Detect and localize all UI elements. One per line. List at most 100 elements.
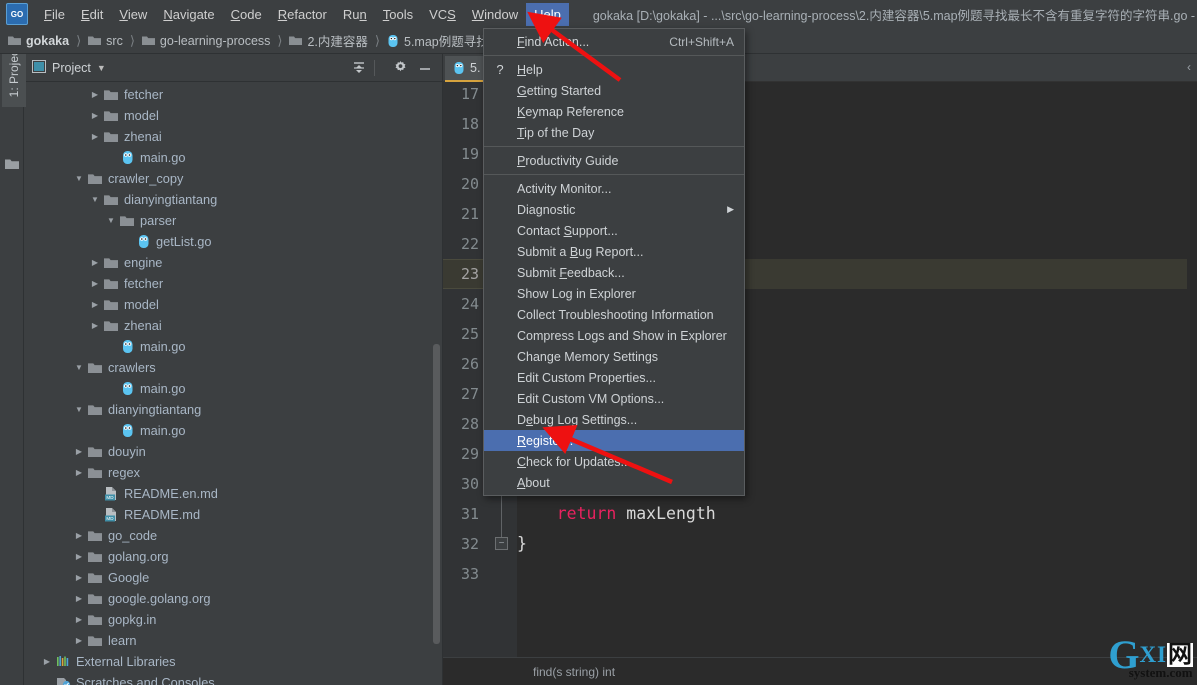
tree-expand-arrow-down-icon[interactable]: ▼ [72,172,86,186]
menu-item-collect-troubleshooting-information[interactable]: Collect Troubleshooting Information [484,304,744,325]
tree-expand-arrow-right-icon[interactable]: ▶ [72,529,86,543]
tree-row[interactable]: ▶getList.go [24,231,442,252]
tree-row[interactable]: ▶main.go [24,378,442,399]
tree-row[interactable]: ▶ google.golang.org [24,588,442,609]
breadcrumb-item-container[interactable]: 2.内建容器 [289,31,368,50]
tree-row[interactable]: ▶ gopkg.in [24,609,442,630]
menu-vcs[interactable]: VCS [421,3,464,26]
tree-row[interactable]: ▶main.go [24,336,442,357]
tree-expand-arrow-down-icon[interactable]: ▼ [88,193,102,207]
tree-expand-arrow-right-icon[interactable]: ▶ [88,130,102,144]
tree-row[interactable]: ▶MDREADME.en.md [24,483,442,504]
menu-item-find-action[interactable]: Find Action... Ctrl+Shift+A [484,31,744,52]
editor-tab-active[interactable]: 5. [445,56,489,82]
menu-file[interactable]: File [36,3,73,26]
tree-row[interactable]: ▼ crawler_copy [24,168,442,189]
tree-row[interactable]: ▶ regex [24,462,442,483]
tree-expand-arrow-right-icon[interactable]: ▶ [72,466,86,480]
menu-item-contact-support[interactable]: Contact Support... [484,220,744,241]
tree-expand-arrow-right-icon[interactable]: ▶ [72,613,86,627]
menu-item-edit-custom-vm-options[interactable]: Edit Custom VM Options... [484,388,744,409]
tree-expand-arrow-right-icon[interactable]: ▶ [88,256,102,270]
menu-item-about[interactable]: About [484,472,744,493]
tree-expand-arrow-right-icon[interactable]: ▶ [88,88,102,102]
menu-item-submit-a-bug-report[interactable]: Submit a Bug Report... [484,241,744,262]
tree-expand-arrow-right-icon[interactable]: ▶ [88,298,102,312]
tree-row[interactable]: ▶main.go [24,147,442,168]
menu-item-submit-feedback[interactable]: Submit Feedback... [484,262,744,283]
menu-item-edit-custom-properties[interactable]: Edit Custom Properties... [484,367,744,388]
tree-expand-arrow-down-icon[interactable]: ▼ [72,361,86,375]
tree-row[interactable]: ▶MDREADME.md [24,504,442,525]
tree-expand-arrow-right-icon[interactable]: ▶ [72,550,86,564]
menu-item-keymap-reference[interactable]: Keymap Reference [484,101,744,122]
breadcrumb-item-gokaka[interactable]: gokaka [8,34,69,48]
menu-item-show-log-in-explorer[interactable]: Show Log in Explorer [484,283,744,304]
tree-row[interactable]: ▶ douyin [24,441,442,462]
collapse-all-icon[interactable] [352,61,366,75]
menu-item-compress-logs-and-show-in-explorer[interactable]: Compress Logs and Show in Explorer [484,325,744,346]
tab-list-chevron-icon[interactable]: ‹ [1187,60,1191,74]
tree-expand-arrow-right-icon[interactable]: ▶ [72,571,86,585]
tree-row[interactable]: ▶ model [24,105,442,126]
tree-row[interactable]: ▶Scratches and Consoles [24,672,442,685]
menu-item-activity-monitor[interactable]: Activity Monitor... [484,178,744,199]
menu-refactor[interactable]: Refactor [270,3,335,26]
tree-row[interactable]: ▶ go_code [24,525,442,546]
tree-row[interactable]: ▶ External Libraries [24,651,442,672]
tree-row[interactable]: ▶ model [24,294,442,315]
menu-item-productivity-guide[interactable]: Productivity Guide [484,150,744,171]
gear-icon[interactable] [393,60,408,75]
menu-window[interactable]: Window [464,3,526,26]
menu-edit[interactable]: Edit [73,3,111,26]
tree-expand-arrow-right-icon[interactable]: ▶ [72,592,86,606]
tree-row[interactable]: ▼ crawlers [24,357,442,378]
tree-row[interactable]: ▶ Google [24,567,442,588]
menu-view[interactable]: View [111,3,155,26]
tree-expand-arrow-right-icon[interactable]: ▶ [88,319,102,333]
tree-row[interactable]: ▶ zhenai [24,315,442,336]
menu-item-register[interactable]: Register... [484,430,744,451]
tree-row[interactable]: ▶ engine [24,252,442,273]
project-tree-scrollbar[interactable] [433,344,440,644]
help-dropdown-menu[interactable]: Find Action... Ctrl+Shift+A ? Help Getting S… [483,28,745,496]
menu-item-debug-log-settings[interactable]: Debug Log Settings... [484,409,744,430]
tree-row[interactable]: ▶ zhenai [24,126,442,147]
menu-navigate[interactable]: Navigate [155,3,222,26]
tree-row[interactable]: ▼ dianyingtiantang [24,189,442,210]
tree-expand-arrow-right-icon[interactable]: ▶ [88,277,102,291]
tree-expand-arrow-right-icon[interactable]: ▶ [88,109,102,123]
tree-expand-arrow-right-icon[interactable]: ▶ [72,445,86,459]
line-number: 17 [460,85,479,103]
menu-item-help[interactable]: ? Help [484,59,744,80]
menu-code[interactable]: Code [223,3,270,26]
menu-item-label: Check for Updates... [517,454,631,469]
tree-row[interactable]: ▶main.go [24,420,442,441]
minimize-icon[interactable] [418,61,432,75]
tree-row[interactable]: ▶ fetcher [24,273,442,294]
menu-item-diagnostic[interactable]: Diagnostic ▶ [484,199,744,220]
menu-item-check-for-updates[interactable]: Check for Updates... [484,451,744,472]
breadcrumb-item-src[interactable]: src [88,34,123,48]
folder-icon[interactable] [5,158,19,173]
tree-expand-arrow-right-icon[interactable]: ▶ [40,655,54,669]
tree-row[interactable]: ▼ parser [24,210,442,231]
tree-expand-arrow-down-icon[interactable]: ▼ [104,214,118,228]
tree-row[interactable]: ▶ fetcher [24,84,442,105]
menu-help[interactable]: Help [526,2,569,26]
menu-item-getting-started[interactable]: Getting Started [484,80,744,101]
menu-run[interactable]: Run [335,3,375,26]
tree-row[interactable]: ▶ golang.org [24,546,442,567]
tree-row[interactable]: ▶ learn [24,630,442,651]
tree-row[interactable]: ▼ dianyingtiantang [24,399,442,420]
fold-collapse-icon[interactable]: − [495,537,508,550]
chevron-down-icon[interactable]: ▼ [97,63,106,73]
menu-item-change-memory-settings[interactable]: Change Memory Settings [484,346,744,367]
menu-item-tip-of-the-day[interactable]: Tip of the Day [484,122,744,143]
editor-gutter[interactable]: 17 18 19 20 21 22 23 24 25 26 27 28 29 30 31 32 33 [443,82,487,657]
menu-tools[interactable]: Tools [375,3,421,26]
project-tree[interactable]: ▶fetcher▶model▶zhenai▶main.go▼crawler_co… [24,82,442,685]
tree-expand-arrow-right-icon[interactable]: ▶ [72,634,86,648]
tree-expand-arrow-down-icon[interactable]: ▼ [72,403,86,417]
breadcrumb-item-go-learning-process[interactable]: go-learning-process [141,34,270,48]
